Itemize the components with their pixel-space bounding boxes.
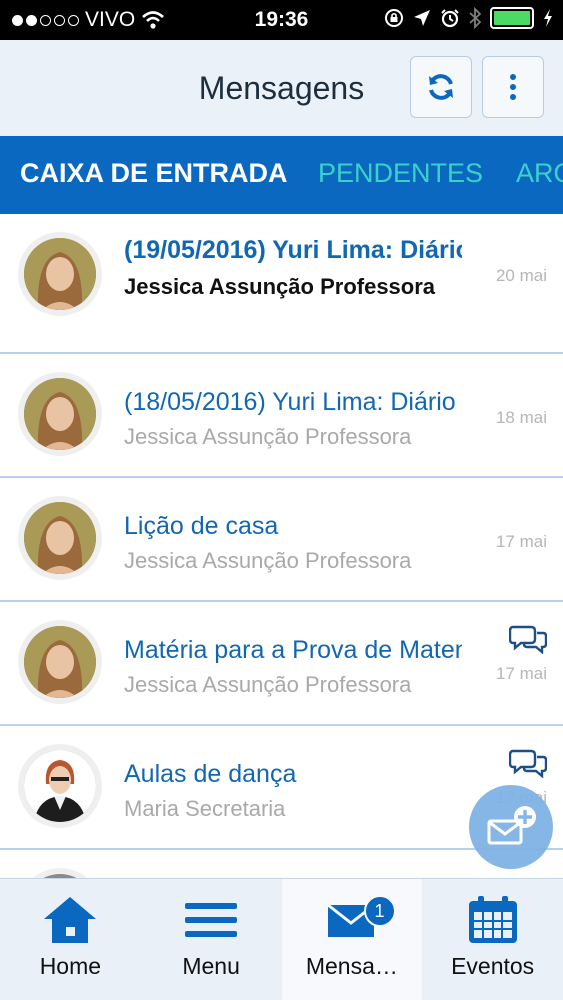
charging-icon xyxy=(544,9,552,27)
nav-menu[interactable]: Menu xyxy=(141,879,282,1000)
list-item[interactable]: (19/05/2016) Yuri Lima: Diário Jessica A… xyxy=(0,214,563,354)
nav-messages-label: Mensa… xyxy=(305,953,398,979)
message-subject: Lição de casa xyxy=(124,512,279,540)
message-sender: Jessica Assunção Professora xyxy=(124,672,412,697)
message-subject: Aulas de dança xyxy=(124,760,297,788)
message-date: 18 mai xyxy=(495,408,547,427)
alarm-icon xyxy=(441,9,459,28)
nav-menu-label: Menu xyxy=(182,953,240,979)
calendar-icon xyxy=(468,896,517,943)
message-subject: (19/05/2016) Yuri Lima: Diário xyxy=(124,236,462,264)
location-icon xyxy=(414,10,430,26)
list-item[interactable]: Matéria para a Prova de Matemática Jessi… xyxy=(0,602,563,726)
avatar xyxy=(18,232,102,316)
avatar xyxy=(18,620,102,704)
tab-inbox[interactable]: CAIXA DE ENTRADA xyxy=(20,158,288,189)
status-bar: VIVO 19:36 xyxy=(0,0,563,40)
message-date: 17 mai xyxy=(495,532,547,551)
nav-events[interactable]: Eventos xyxy=(422,879,563,1000)
mailbox-tabs: CAIXA DE ENTRADA PENDENTES ARQUIVADAS xyxy=(0,136,563,214)
app-header: Mensagens xyxy=(0,40,563,136)
message-sender: Jessica Assunção Professora xyxy=(124,548,412,573)
battery-icon xyxy=(490,7,534,29)
bottom-navigation: Home Menu 1 Mensa… Eventos xyxy=(0,878,563,1000)
status-icons xyxy=(384,7,553,29)
unread-badge: 1 xyxy=(363,895,396,927)
message-sender: Jessica Assunção Professora xyxy=(124,424,412,449)
avatar xyxy=(18,496,102,580)
nav-events-label: Eventos xyxy=(451,953,535,979)
message-sender: Maria Secretaria xyxy=(124,796,286,821)
home-icon xyxy=(44,897,97,943)
avatar xyxy=(18,744,102,828)
list-item[interactable]: Lição de casa Jessica Assunção Professor… xyxy=(0,478,563,602)
message-date: 17 mai xyxy=(495,664,547,683)
message-sender: Jessica Assunção Professora xyxy=(124,274,436,299)
nav-messages[interactable]: 1 Mensa… xyxy=(281,879,423,1000)
nav-home[interactable]: Home xyxy=(0,879,141,1000)
bluetooth-icon xyxy=(469,7,481,29)
conversation-icon xyxy=(509,749,547,778)
list-item[interactable]: (18/05/2016) Yuri Lima: Diário Jessica A… xyxy=(0,354,563,478)
message-subject: (18/05/2016) Yuri Lima: Diário xyxy=(124,388,456,416)
compose-message-button[interactable] xyxy=(469,785,553,869)
refresh-button[interactable] xyxy=(410,56,472,118)
message-subject: Matéria para a Prova de Matemática xyxy=(124,636,462,664)
more-options-button[interactable] xyxy=(482,56,544,118)
hamburger-icon xyxy=(185,903,238,937)
rotation-lock-icon xyxy=(385,9,403,27)
compose-mail-icon xyxy=(487,806,536,845)
vertical-ellipsis-icon xyxy=(510,74,516,100)
message-list: (19/05/2016) Yuri Lima: Diário Jessica A… xyxy=(0,214,563,974)
nav-home-label: Home xyxy=(39,953,102,979)
conversation-icon xyxy=(509,625,547,654)
tab-archived[interactable]: ARQUIVADAS xyxy=(516,158,563,189)
refresh-icon xyxy=(429,74,453,100)
page-title: Mensagens xyxy=(198,70,365,106)
avatar xyxy=(18,372,102,456)
tab-pending[interactable]: PENDENTES xyxy=(318,158,483,189)
message-date: 20 mai xyxy=(495,266,547,285)
